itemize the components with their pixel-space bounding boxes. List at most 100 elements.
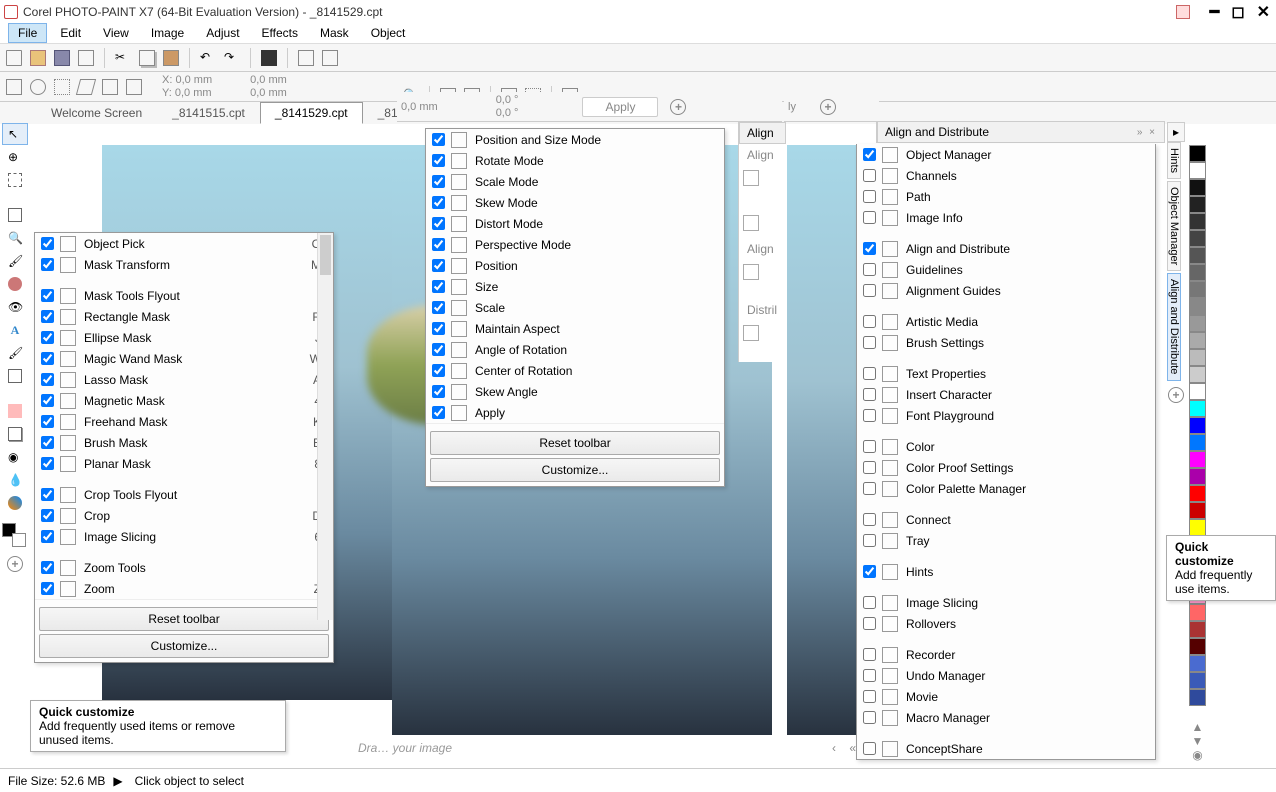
toggle-checkbox[interactable] <box>863 648 876 661</box>
list-item[interactable]: Insert Character <box>857 384 1155 405</box>
toggle-checkbox[interactable] <box>863 534 876 547</box>
toggle-checkbox[interactable] <box>432 364 445 377</box>
add-prop-icon-2[interactable]: + <box>820 99 836 115</box>
list-item[interactable]: Guidelines <box>857 259 1155 280</box>
new-icon[interactable] <box>6 50 22 66</box>
palette-nav[interactable]: ▲▼◉ <box>1189 720 1206 762</box>
minimize-button[interactable]: ━ <box>1210 2 1220 22</box>
toggle-checkbox[interactable] <box>863 513 876 526</box>
print-icon[interactable] <box>78 50 94 66</box>
menu-adjust[interactable]: Adjust <box>197 24 248 42</box>
apply-button[interactable]: Apply <box>582 97 658 117</box>
list-item[interactable]: Scale <box>426 297 724 318</box>
toggle-checkbox[interactable] <box>41 561 54 574</box>
nav-first-icon[interactable]: « <box>849 741 856 755</box>
account-icon[interactable] <box>1176 5 1190 19</box>
copy-icon[interactable] <box>139 50 155 66</box>
list-item[interactable]: Macro Manager <box>857 707 1155 728</box>
list-item[interactable]: Alignment Guides <box>857 280 1155 301</box>
color-swatch[interactable] <box>1189 247 1206 264</box>
toggle-checkbox[interactable] <box>432 406 445 419</box>
color-swatch[interactable] <box>1189 213 1206 230</box>
add-prop-icon[interactable]: + <box>670 99 686 115</box>
list-item[interactable]: Connect <box>857 509 1155 530</box>
zoom-tool[interactable]: 🔍 <box>2 227 28 249</box>
toggle-checkbox[interactable] <box>432 133 445 146</box>
save-icon[interactable] <box>54 50 70 66</box>
list-item[interactable]: Rectangle MaskR <box>35 306 333 327</box>
toggle-checkbox[interactable] <box>432 301 445 314</box>
toggle-checkbox[interactable] <box>41 310 54 323</box>
list-item[interactable]: ConceptShare <box>857 738 1155 759</box>
launch-icon[interactable] <box>261 50 277 66</box>
align-icon-2[interactable] <box>743 215 759 231</box>
transform-tool[interactable]: ⊕ <box>2 146 28 168</box>
color-swatch[interactable] <box>1189 417 1206 434</box>
list-item[interactable]: Planar Mask8 <box>35 453 333 474</box>
customize-button-2[interactable]: Customize... <box>430 458 720 482</box>
maximize-button[interactable]: ◻ <box>1231 2 1244 22</box>
toggle-checkbox[interactable] <box>863 409 876 422</box>
color-swatch[interactable] <box>1189 519 1206 536</box>
toggle-checkbox[interactable] <box>41 352 54 365</box>
toggle-checkbox[interactable] <box>41 582 54 595</box>
list-item[interactable]: Object Manager <box>857 144 1155 165</box>
toggle-checkbox[interactable] <box>863 669 876 682</box>
color-swatch[interactable] <box>1189 264 1206 281</box>
mask-tool[interactable] <box>2 169 28 191</box>
distrib-icon[interactable] <box>743 325 759 341</box>
dropshadow-tool[interactable] <box>2 423 28 445</box>
menu-object[interactable]: Object <box>362 24 415 42</box>
list-item[interactable]: Maintain Aspect <box>426 318 724 339</box>
export-icon[interactable] <box>322 50 338 66</box>
color-swatch[interactable] <box>1189 451 1206 468</box>
color-swatch[interactable] <box>1189 689 1206 706</box>
skew-icon[interactable] <box>76 79 96 95</box>
toggle-checkbox[interactable] <box>41 331 54 344</box>
tab-add-icon[interactable]: + <box>1167 383 1185 407</box>
list-item[interactable]: Artistic Media <box>857 311 1155 332</box>
toggle-checkbox[interactable] <box>863 482 876 495</box>
color-swatch[interactable] <box>1189 145 1206 162</box>
toggle-checkbox[interactable] <box>432 238 445 251</box>
list-item[interactable]: Rollovers <box>857 613 1155 634</box>
fill-tool[interactable] <box>2 492 28 514</box>
list-item[interactable]: Position <box>426 255 724 276</box>
align-distribute-tab[interactable]: Align and Distribute <box>1167 273 1181 380</box>
doc-tab[interactable]: _8141529.cpt <box>260 102 363 124</box>
cut-icon[interactable]: ✂ <box>115 50 131 66</box>
doc-tab[interactable]: Welcome Screen <box>36 102 157 124</box>
color-swatch[interactable] <box>1189 604 1206 621</box>
toggle-checkbox[interactable] <box>863 315 876 328</box>
list-item[interactable]: Brush Settings <box>857 332 1155 353</box>
nav-left-icon[interactable]: ‹ <box>832 741 836 755</box>
menu-image[interactable]: Image <box>142 24 193 42</box>
list-item[interactable]: Image Info <box>857 207 1155 228</box>
color-swatch[interactable] <box>1189 162 1206 179</box>
toggle-checkbox[interactable] <box>41 457 54 470</box>
doc-tab[interactable]: _8141515.cpt <box>157 102 260 124</box>
customize-button[interactable]: Customize... <box>39 634 329 658</box>
toggle-checkbox[interactable] <box>41 530 54 543</box>
toggle-checkbox[interactable] <box>432 343 445 356</box>
list-item[interactable]: Color Proof Settings <box>857 457 1155 478</box>
list-item[interactable]: Channels <box>857 165 1155 186</box>
color-swatch[interactable] <box>1189 196 1206 213</box>
toggle-checkbox[interactable] <box>863 440 876 453</box>
list-item[interactable]: Magnetic Mask4 <box>35 390 333 411</box>
list-item[interactable]: Perspective Mode <box>426 234 724 255</box>
redeye-tool[interactable]: 👁 <box>2 296 28 318</box>
list-item[interactable]: Path <box>857 186 1155 207</box>
list-item[interactable]: Hints <box>857 561 1155 582</box>
text-tool[interactable]: A <box>2 319 28 341</box>
list-item[interactable]: Ellipse MaskJ <box>35 327 333 348</box>
color-swatch[interactable] <box>2 523 26 547</box>
toggle-checkbox[interactable] <box>863 742 876 755</box>
toggle-checkbox[interactable] <box>863 284 876 297</box>
brush-tool[interactable]: 🖌 <box>2 250 28 272</box>
toggle-checkbox[interactable] <box>41 289 54 302</box>
list-item[interactable]: Magic Wand MaskW <box>35 348 333 369</box>
menu-edit[interactable]: Edit <box>51 24 90 42</box>
color-swatch[interactable] <box>1189 349 1206 366</box>
color-swatch[interactable] <box>1189 400 1206 417</box>
